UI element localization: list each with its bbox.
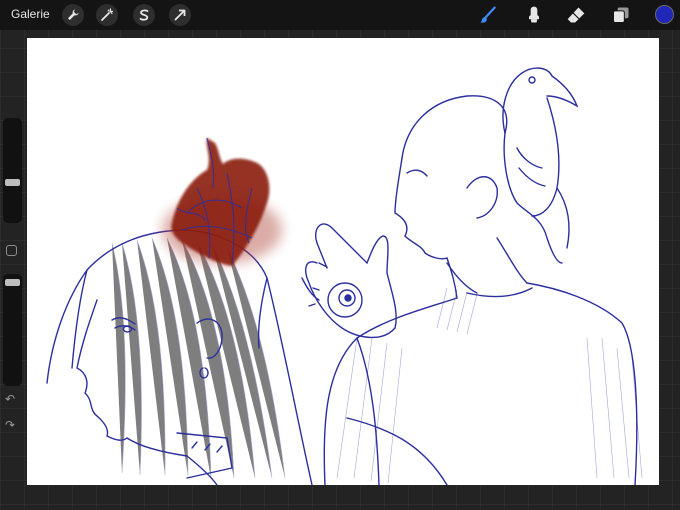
undo-icon[interactable]: ↶ [5,392,15,406]
redo-icon[interactable]: ↷ [5,418,15,432]
transform-arrow-icon[interactable] [169,4,191,26]
brush-icon[interactable] [476,3,500,27]
magic-wand-icon[interactable] [96,4,118,26]
opacity-knob[interactable] [5,279,20,286]
brush-size-knob[interactable] [5,179,20,186]
eraser-icon[interactable] [564,3,588,27]
color-swatch[interactable] [655,5,674,24]
shirt-hatching [336,287,643,484]
hair-hatching [111,237,286,479]
gallery-button[interactable]: Galerie [11,7,50,21]
layers-icon[interactable] [609,3,633,27]
selection-s-icon[interactable] [133,4,155,26]
artwork-sketch [46,67,643,485]
drawing-canvas[interactable] [27,38,659,485]
heart-painting [162,137,282,266]
square-icon[interactable] [6,245,17,256]
raven-figure [502,67,579,264]
left-sidebar: ↶ ↷ [0,30,27,510]
hand-with-eye [301,223,397,339]
opacity-slider[interactable] [3,274,22,386]
wrench-icon[interactable] [62,4,84,26]
top-toolbar: Galerie [0,0,680,30]
man-figure [323,95,638,485]
brush-size-slider[interactable] [3,118,22,223]
smudge-icon[interactable] [522,3,546,27]
